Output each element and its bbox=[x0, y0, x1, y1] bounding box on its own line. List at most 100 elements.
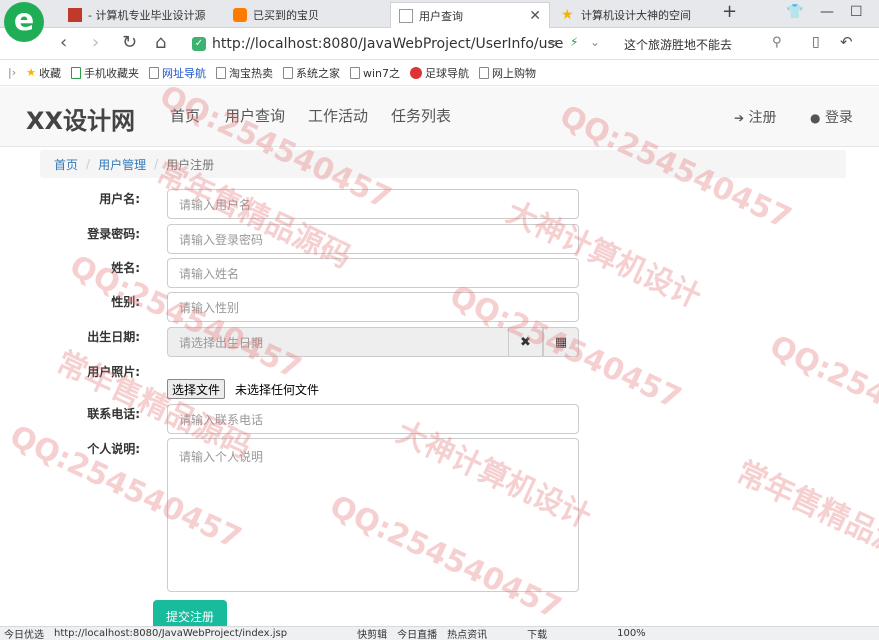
page-icon bbox=[282, 66, 293, 79]
search-icon[interactable]: ⚲ bbox=[772, 35, 782, 50]
reload-icon[interactable]: ↻ bbox=[122, 32, 137, 53]
gender-label: 性别: bbox=[111, 295, 140, 309]
bio-label: 个人说明: bbox=[87, 442, 140, 456]
breadcrumb-home[interactable]: 首页 bbox=[54, 156, 78, 173]
bookmark-taobao[interactable]: 淘宝热卖 bbox=[215, 65, 273, 81]
gender-placeholder: 请输入性别 bbox=[179, 300, 240, 315]
status-today-picks[interactable]: 今日优选 bbox=[4, 627, 44, 640]
gender-input[interactable]: 请输入性别 bbox=[167, 292, 579, 322]
register-label: 注册 bbox=[748, 110, 777, 126]
search-text: 这个旅游胜地不能去 bbox=[624, 37, 733, 52]
home-icon[interactable]: ⌂ bbox=[155, 32, 166, 53]
new-tab-icon[interactable]: + bbox=[722, 1, 737, 22]
star-icon: ★ bbox=[26, 66, 36, 79]
undo-icon[interactable]: ↶ bbox=[840, 33, 853, 51]
status-live[interactable]: 今日直播 bbox=[397, 627, 437, 640]
watermark: QQ:254540457 bbox=[764, 328, 879, 467]
page-icon bbox=[215, 66, 226, 79]
phone-label: 联系电话: bbox=[87, 407, 140, 421]
browser-status-bar: 今日优选 http://localhost:8080/JavaWebProjec… bbox=[0, 626, 879, 640]
password-placeholder: 请输入登录密码 bbox=[179, 232, 264, 247]
sidebar-toggle-icon[interactable]: |› bbox=[8, 66, 16, 79]
tab-user-query[interactable]: 用户查询 ✕ bbox=[390, 2, 550, 28]
sign-in-icon: ➔ bbox=[734, 111, 745, 125]
name-input[interactable]: 请输入姓名 bbox=[167, 258, 579, 288]
bookmark-system[interactable]: 系统之家 bbox=[282, 65, 340, 81]
menu-work-activity[interactable]: 工作活动 bbox=[308, 105, 368, 126]
calendar-icon[interactable]: ▦ bbox=[543, 327, 579, 357]
bookmark-mobile[interactable]: 手机收藏夹 bbox=[70, 65, 139, 81]
menu-task-list[interactable]: 任务列表 bbox=[391, 105, 451, 126]
username-label: 用户名: bbox=[99, 192, 140, 206]
bookmark-favorites[interactable]: ★ 收藏 bbox=[26, 65, 61, 81]
bookmark-label: win7之 bbox=[362, 66, 401, 80]
page-favicon-icon bbox=[399, 8, 413, 23]
status-url: http://localhost:8080/JavaWebProject/ind… bbox=[54, 628, 288, 639]
tab-graduation-design[interactable]: - 计算机专业毕业设计源 bbox=[60, 2, 225, 28]
menu-home[interactable]: 首页 bbox=[170, 105, 200, 126]
phone-input[interactable]: 请输入联系电话 bbox=[167, 404, 579, 434]
status-zoom[interactable]: 100% bbox=[617, 628, 646, 639]
birth-label: 出生日期: bbox=[87, 330, 140, 344]
tab-purchased[interactable]: 已买到的宝贝 bbox=[225, 2, 385, 28]
status-news[interactable]: 热点资讯 bbox=[447, 627, 487, 640]
clear-date-icon[interactable]: ✖ bbox=[508, 327, 543, 357]
username-placeholder: 请输入用户名 bbox=[179, 197, 252, 212]
birth-placeholder: 请选择出生日期 bbox=[179, 335, 264, 350]
status-download[interactable]: 下载 bbox=[527, 627, 547, 640]
password-input[interactable]: 请输入登录密码 bbox=[167, 224, 579, 254]
tab-label: 计算机设计大神的空间 bbox=[581, 9, 691, 22]
bookmark-label: 网上购物 bbox=[492, 66, 537, 80]
site-brand[interactable]: XX设计网 bbox=[26, 101, 135, 136]
lightning-icon[interactable]: ⚡ bbox=[570, 35, 578, 49]
close-tab-icon[interactable]: ✕ bbox=[529, 8, 541, 24]
page-icon bbox=[479, 66, 490, 79]
browser-tab-bar: - 计算机专业毕业设计源 已买到的宝贝 用户查询 ✕ ★ 计算机设计大神的空间 … bbox=[0, 0, 879, 28]
star-favicon-icon: ★ bbox=[561, 7, 574, 23]
share-icon[interactable]: ⋖ bbox=[548, 36, 558, 50]
bio-textarea[interactable]: 请输入个人说明 bbox=[167, 438, 579, 592]
user-icon: ● bbox=[810, 111, 821, 125]
minimize-icon[interactable]: — bbox=[820, 4, 834, 20]
breadcrumb-user-management[interactable]: 用户管理 bbox=[98, 156, 146, 173]
chevron-down-icon[interactable]: ⌄ bbox=[590, 35, 600, 49]
breadcrumb-current: 用户注册 bbox=[166, 157, 215, 172]
forward-icon[interactable]: › bbox=[92, 32, 99, 53]
bookmark-win7[interactable]: win7之 bbox=[349, 65, 401, 81]
menu-user-query[interactable]: 用户查询 bbox=[225, 105, 285, 126]
name-label: 姓名: bbox=[111, 261, 140, 275]
bookmark-label: 淘宝热卖 bbox=[228, 66, 273, 80]
tmall-favicon-icon bbox=[68, 8, 82, 22]
bookmark-football[interactable]: 足球导航 bbox=[410, 65, 469, 81]
secure-shield-icon: ✓ bbox=[192, 37, 206, 51]
username-input[interactable]: 请输入用户名 bbox=[167, 189, 579, 219]
register-link[interactable]: ➔ 注册 bbox=[734, 107, 777, 127]
browser-nav-bar: ‹ › ↻ ⌂ ✓ http://localhost:8080/JavaWebP… bbox=[0, 28, 879, 60]
choose-file-button[interactable]: 选择文件 bbox=[167, 379, 226, 399]
bookmark-label: 足球导航 bbox=[425, 66, 470, 80]
tab-label: - 计算机专业毕业设计源 bbox=[88, 9, 206, 22]
bookmark-shopping[interactable]: 网上购物 bbox=[479, 65, 536, 81]
birth-date-input[interactable]: 请选择出生日期 bbox=[167, 327, 509, 357]
bookmark-nav[interactable]: 网址导航 bbox=[148, 65, 206, 81]
breadcrumb-separator: / bbox=[154, 157, 159, 171]
page-icon bbox=[349, 66, 360, 79]
back-icon[interactable]: ‹ bbox=[60, 32, 67, 53]
tab-label: 用户查询 bbox=[419, 9, 463, 23]
search-box[interactable]: 这个旅游胜地不能去 bbox=[616, 31, 796, 57]
football-icon bbox=[410, 66, 423, 79]
login-label: 登录 bbox=[824, 110, 853, 126]
address-text: http://localhost:8080/JavaWebProject/Use… bbox=[212, 36, 564, 52]
phone-icon bbox=[70, 66, 81, 79]
maximize-icon[interactable]: ☐ bbox=[850, 4, 863, 20]
page-icon bbox=[148, 66, 159, 79]
site-navbar: XX设计网 首页 用户查询 工作活动 任务列表 ➔ 注册 ● 登录 bbox=[0, 87, 879, 147]
breadcrumb: 首页 / 用户管理 / 用户注册 bbox=[40, 150, 846, 178]
shirt-icon[interactable]: 👕 bbox=[786, 4, 803, 20]
bookmark-label: 系统之家 bbox=[295, 66, 340, 80]
file-status: 未选择任何文件 bbox=[235, 383, 320, 397]
login-link[interactable]: ● 登录 bbox=[810, 107, 853, 127]
status-quick-edit[interactable]: 快剪辑 bbox=[357, 627, 387, 640]
tab-design-space[interactable]: ★ 计算机设计大神的空间 bbox=[553, 2, 713, 28]
mobile-icon[interactable]: ▯ bbox=[812, 34, 820, 50]
